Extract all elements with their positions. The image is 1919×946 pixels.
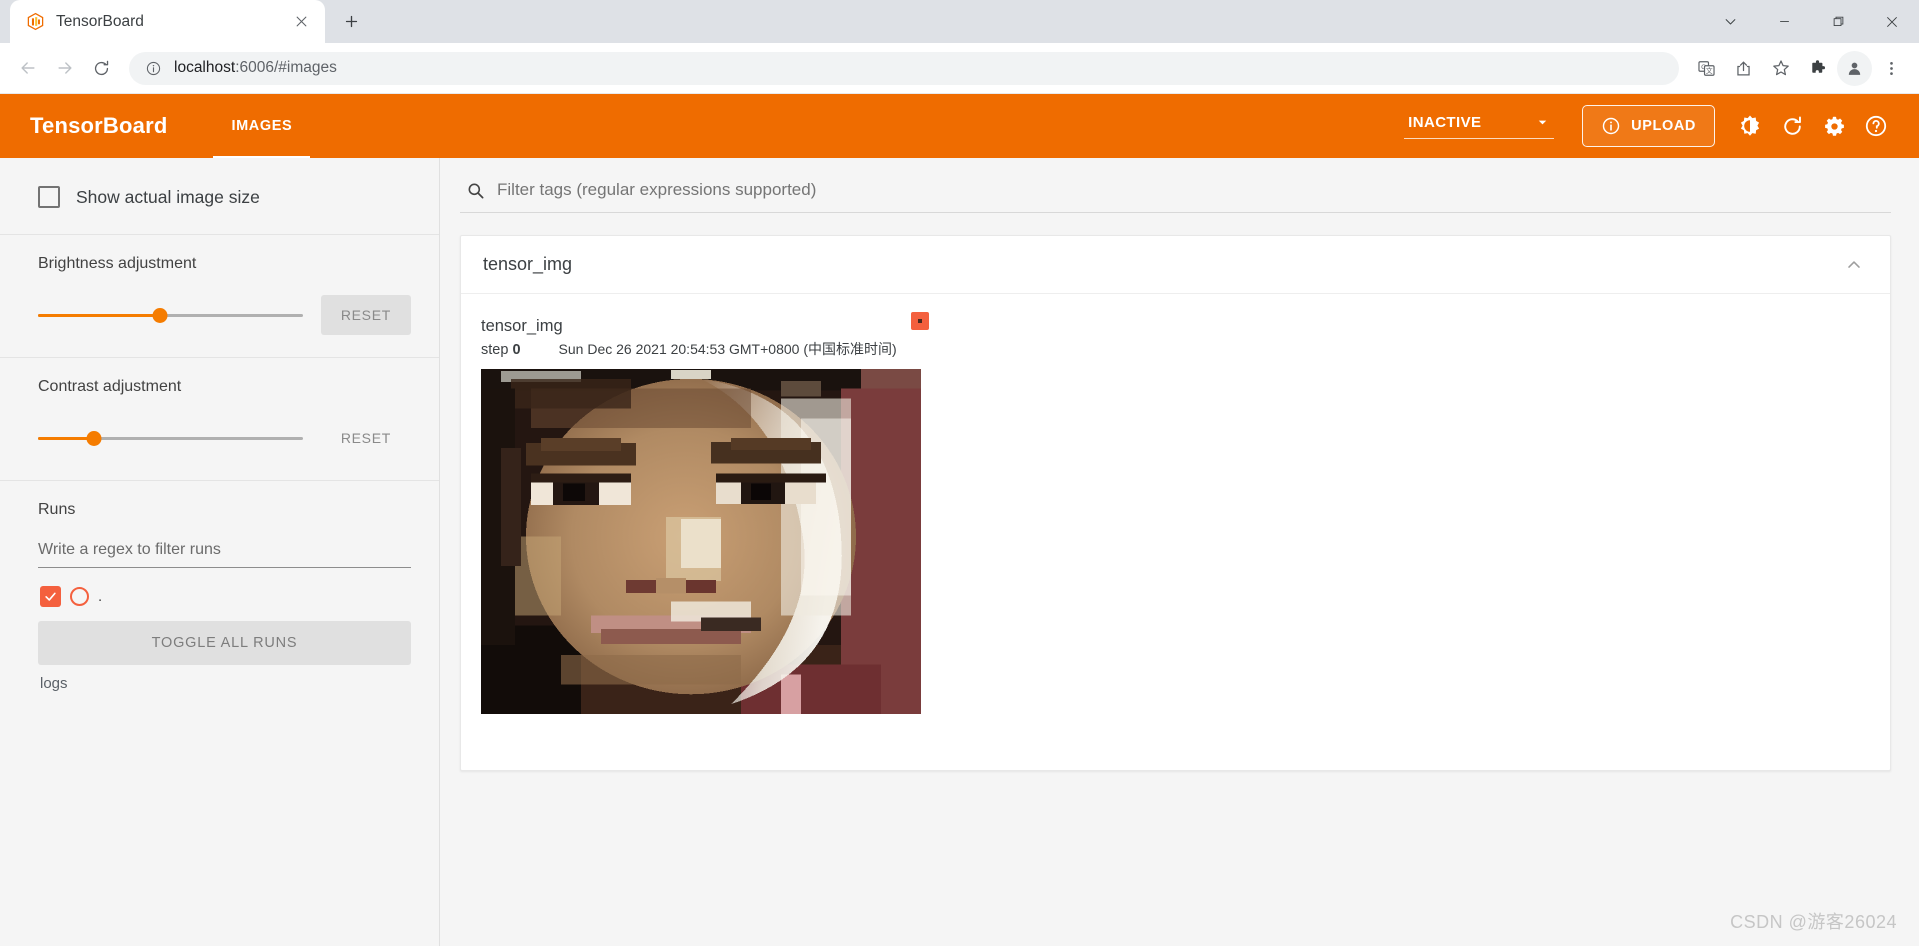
sidebar: Show actual image size Brightness adjust… (0, 158, 440, 946)
brightness-dark-mode-icon[interactable] (1729, 105, 1771, 147)
tag-filter-placeholder: Filter tags (regular expressions support… (497, 180, 817, 199)
refresh-icon[interactable] (1771, 105, 1813, 147)
reload-icon[interactable] (84, 51, 119, 86)
tab-search-button[interactable] (1703, 0, 1757, 43)
help-circle-icon[interactable] (1855, 105, 1897, 147)
show-actual-image-size-label: Show actual image size (76, 186, 260, 207)
new-tab-button[interactable] (334, 4, 368, 38)
tab-images-label: IMAGES (231, 118, 293, 134)
run-list-item[interactable]: . (38, 586, 411, 607)
info-circle-icon (1601, 116, 1621, 136)
contrast-row: RESET (38, 418, 411, 458)
run-checkbox[interactable] (40, 586, 61, 607)
browser-window: TensorBoard localhost:6006/#images G 文 T… (0, 0, 1919, 946)
tensorboard-header: TensorBoard IMAGES INACTIVE UPLOAD (0, 94, 1919, 158)
translate-icon[interactable]: G 文 (1689, 51, 1724, 86)
tag-card-body: tensor_img step 0 Sun Dec 26 2021 20:54:… (461, 294, 1890, 770)
tensorboard-logo-icon (26, 12, 45, 31)
maximize-button[interactable] (1811, 0, 1865, 43)
close-window-button[interactable] (1865, 0, 1919, 43)
contrast-reset-button[interactable]: RESET (321, 418, 411, 458)
arrow-left-icon[interactable] (10, 51, 45, 86)
slider-fill (38, 314, 160, 317)
image-timestamp: Sun Dec 26 2021 20:54:53 GMT+0800 (中国标准时… (558, 340, 897, 357)
runs-filter-input[interactable]: Write a regex to filter runs (38, 541, 411, 568)
runs-title: Runs (38, 501, 76, 518)
contrast-section: Contrast adjustment RESET (0, 358, 439, 481)
runs-section: Runs Write a regex to filter runs . TOGG… (0, 481, 439, 714)
brightness-title: Brightness adjustment (38, 255, 197, 272)
close-icon[interactable] (289, 10, 313, 34)
image-size-section: Show actual image size (0, 158, 439, 235)
profile-avatar-icon[interactable] (1837, 50, 1872, 86)
browser-tab-strip: TensorBoard (0, 0, 1919, 43)
main-content: Filter tags (regular expressions support… (440, 158, 1919, 946)
browser-toolbar: localhost:6006/#images G 文 (0, 43, 1919, 94)
browser-tab[interactable]: TensorBoard (10, 0, 325, 43)
address-bar[interactable]: localhost:6006/#images (129, 51, 1679, 85)
run-name-label: . (98, 588, 103, 605)
dashboard-tabs: IMAGES (213, 94, 311, 158)
tag-filter[interactable]: Filter tags (regular expressions support… (460, 158, 1891, 213)
brightness-slider[interactable] (38, 304, 303, 326)
run-status-selector[interactable]: INACTIVE (1404, 113, 1555, 139)
contrast-title: Contrast adjustment (38, 378, 182, 395)
show-actual-image-size-checkbox[interactable]: Show actual image size (38, 178, 411, 212)
image-meta: step 0 Sun Dec 26 2021 20:54:53 GMT+0800… (481, 339, 897, 359)
share-icon[interactable] (1726, 51, 1761, 86)
brightness-reset-button[interactable]: RESET (320, 295, 411, 335)
tag-card: tensor_img tensor_img step 0 Sun Dec 26 (460, 235, 1891, 771)
bookmark-star-icon[interactable] (1763, 51, 1798, 86)
minimize-button[interactable] (1757, 0, 1811, 43)
dashboard-body: Show actual image size Brightness adjust… (0, 158, 1919, 946)
chevron-up-icon[interactable] (1840, 251, 1868, 279)
svg-text:文: 文 (1706, 65, 1713, 74)
address-bar-url: localhost:6006/#images (174, 59, 337, 76)
slider-thumb[interactable] (152, 308, 168, 323)
window-controls (1703, 0, 1919, 43)
browser-action-icons: G 文 (1689, 50, 1909, 86)
run-status-value: INACTIVE (1408, 113, 1482, 131)
run-color-swatch-icon (70, 587, 89, 606)
contrast-slider[interactable] (38, 427, 303, 449)
brightness-section: Brightness adjustment RESET (0, 235, 439, 358)
toggle-all-runs-button[interactable]: TOGGLE ALL RUNS (38, 621, 411, 665)
slider-thumb[interactable] (86, 431, 102, 446)
extensions-puzzle-icon[interactable] (1800, 51, 1835, 86)
page-content: TensorBoard IMAGES INACTIVE UPLOAD Show … (0, 94, 1919, 946)
image-card-header: tensor_img step 0 Sun Dec 26 2021 20:54:… (481, 312, 929, 359)
runs-footer-text: logs (40, 675, 68, 692)
brightness-row: RESET (38, 295, 411, 335)
image-card: tensor_img step 0 Sun Dec 26 2021 20:54:… (481, 312, 929, 714)
tag-card-title: tensor_img (483, 254, 573, 274)
more-vert-icon[interactable] (1874, 51, 1909, 86)
browser-tab-title: TensorBoard (56, 12, 144, 30)
upload-button-label: UPLOAD (1631, 118, 1696, 134)
image-tag-label: tensor_img (481, 317, 563, 335)
chevron-down-icon (1535, 115, 1550, 130)
image-step: step 0 (481, 341, 521, 358)
settings-gear-icon[interactable] (1813, 105, 1855, 147)
page-title: TensorBoard (30, 113, 168, 138)
tag-card-header[interactable]: tensor_img (461, 236, 1890, 294)
tab-images[interactable]: IMAGES (213, 94, 311, 158)
arrow-right-icon[interactable] (47, 51, 82, 86)
runs-filter-placeholder: Write a regex to filter runs (38, 541, 221, 558)
run-color-badge (911, 312, 929, 330)
upload-button[interactable]: UPLOAD (1582, 105, 1715, 147)
image-preview[interactable] (481, 368, 921, 714)
search-icon (466, 181, 485, 200)
checkbox-box-icon (38, 186, 60, 208)
info-circle-icon[interactable] (145, 60, 162, 77)
